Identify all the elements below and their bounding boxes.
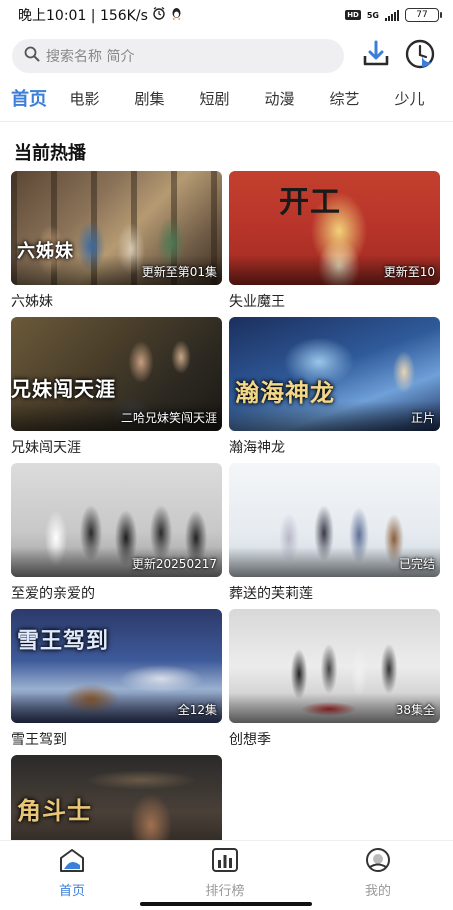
tab-variety[interactable]: 综艺: [312, 88, 377, 109]
video-thumbnail[interactable]: 38集全: [229, 609, 440, 723]
app-notification-icon: [170, 7, 183, 24]
nav-profile-label: 我的: [364, 884, 391, 899]
video-title[interactable]: 葬送的芙莉莲: [229, 583, 440, 603]
video-title[interactable]: 雪王驾到: [11, 729, 222, 749]
download-icon: [360, 38, 392, 74]
search-input[interactable]: 搜索名称 简介: [12, 39, 344, 73]
video-title[interactable]: 兄妹闯天涯: [11, 437, 222, 457]
video-card[interactable]: 雪王驾到 全12集 雪王驾到: [11, 609, 222, 749]
bottom-navigation: 首页 排行榜 我的: [0, 840, 453, 910]
ranking-icon: [211, 847, 239, 877]
episode-badge: 更新20250217: [131, 557, 217, 571]
video-card[interactable]: 已完结 葬送的芙莉莲: [229, 463, 440, 603]
video-thumbnail[interactable]: 开工 更新至10: [229, 171, 440, 285]
hd-badge: HD: [345, 10, 361, 20]
video-card[interactable]: 六姊妹 更新至第01集 六姊妹: [11, 171, 222, 311]
thumbnail-overlay-text: 开工: [279, 185, 341, 220]
signal-icon: [385, 9, 399, 21]
tab-series[interactable]: 剧集: [117, 88, 182, 109]
video-thumbnail[interactable]: 雪王驾到 全12集: [11, 609, 222, 723]
nav-ranking-label: 排行榜: [205, 884, 245, 899]
history-icon: [404, 38, 436, 74]
video-thumbnail[interactable]: 更新20250217: [11, 463, 222, 577]
video-title[interactable]: 至爱的亲爱的: [11, 583, 222, 603]
video-thumbnail[interactable]: 瀚海神龙 正片: [229, 317, 440, 431]
video-thumbnail[interactable]: 六姊妹 更新至第01集: [11, 171, 222, 285]
status-time-speed: 晚上10:01 | 156K/s: [18, 8, 148, 24]
thumbnail-overlay-text: 雪王驾到: [17, 628, 110, 654]
tab-kids[interactable]: 少儿: [377, 88, 442, 109]
search-icon: [24, 46, 40, 66]
tabs-divider: [0, 121, 453, 122]
video-title[interactable]: 六姊妹: [11, 291, 222, 311]
video-thumbnail[interactable]: 兄妹闯天涯 二哈兄妹笑闯天涯: [11, 317, 222, 431]
video-card[interactable]: 38集全 创想季: [229, 609, 440, 749]
episode-badge: 正片: [410, 411, 435, 425]
network-label: 5G: [366, 10, 379, 20]
tab-movies[interactable]: 电影: [52, 88, 117, 109]
profile-icon: [364, 847, 392, 877]
episode-badge: 更新至第01集: [141, 265, 217, 279]
home-indicator: [140, 902, 312, 906]
download-button[interactable]: [358, 38, 394, 74]
episode-badge: 已完结: [398, 557, 435, 571]
episode-badge: 二哈兄妹笑闯天涯: [120, 411, 217, 425]
thumbnail-overlay-text: 角斗士: [17, 796, 92, 825]
category-tabs: 首页 电影 剧集 短剧 动漫 综艺 少儿: [0, 82, 453, 114]
video-card[interactable]: 兄妹闯天涯 二哈兄妹笑闯天涯 兄妹闯天涯: [11, 317, 222, 457]
episode-badge: 38集全: [395, 703, 435, 717]
section-title: 当前热播: [14, 143, 86, 164]
home-icon: [58, 847, 86, 877]
video-card[interactable]: 开工 更新至10 失业魔王: [229, 171, 440, 311]
history-button[interactable]: [402, 38, 438, 74]
status-bar: 晚上10:01 | 156K/s HD 5G 77: [0, 0, 453, 30]
video-thumbnail[interactable]: 已完结: [229, 463, 440, 577]
episode-badge: 更新至10: [383, 265, 435, 279]
alarm-icon: [152, 6, 166, 24]
nav-home[interactable]: 首页: [27, 847, 117, 899]
thumbnail-overlay-text: 兄妹闯天涯: [11, 377, 116, 401]
battery-icon: 77: [405, 8, 442, 22]
video-title[interactable]: 瀚海神龙: [229, 437, 440, 457]
nav-profile[interactable]: 我的: [333, 847, 423, 899]
video-title[interactable]: 创想季: [229, 729, 440, 749]
nav-home-label: 首页: [58, 884, 85, 899]
video-title[interactable]: 失业魔王: [229, 291, 440, 311]
tab-shorts[interactable]: 短剧: [182, 88, 247, 109]
battery-level: 77: [416, 10, 428, 20]
tab-anime[interactable]: 动漫: [247, 88, 312, 109]
video-card[interactable]: 瀚海神龙 正片 瀚海神龙: [229, 317, 440, 457]
nav-ranking[interactable]: 排行榜: [180, 847, 270, 899]
video-card[interactable]: 更新20250217 至爱的亲爱的: [11, 463, 222, 603]
search-placeholder: 搜索名称 简介: [46, 49, 135, 65]
tab-home[interactable]: 首页: [6, 85, 52, 111]
episode-badge: 全12集: [177, 703, 217, 717]
